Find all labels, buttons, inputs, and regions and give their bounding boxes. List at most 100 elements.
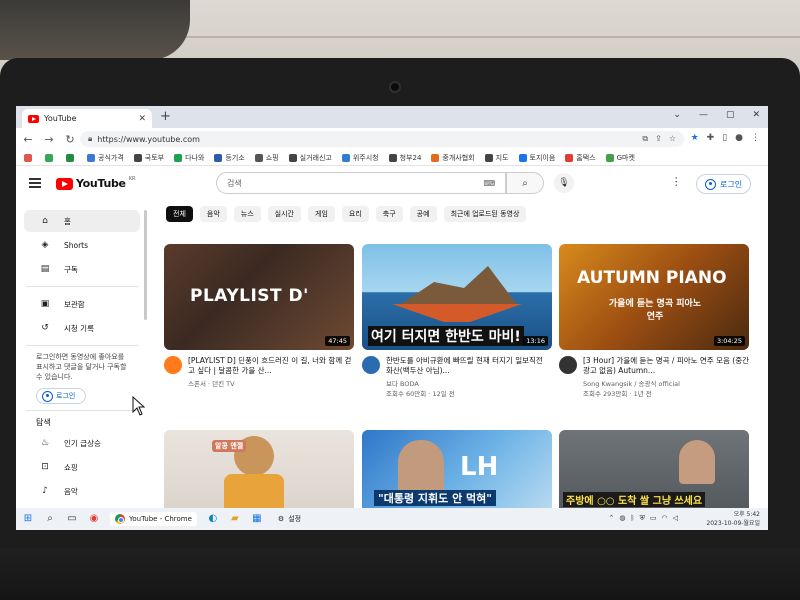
share-icon[interactable]: ⇪ (655, 134, 662, 144)
youtube-logo[interactable]: YouTube KR (56, 176, 135, 190)
search-button[interactable]: ⌕ (506, 172, 544, 194)
tray-icon[interactable]: ⌃ (608, 514, 614, 523)
sidebar-item-home[interactable]: ⌂ 홈 (24, 210, 140, 232)
back-button[interactable]: ← (22, 133, 34, 146)
bookmark-item[interactable]: 홈택스 (565, 153, 596, 163)
store-icon[interactable]: ▦ (251, 513, 263, 525)
channel-avatar[interactable] (559, 356, 577, 374)
video-title[interactable]: [3 Hour] 가을에 듣는 명곡 / 피아노 연주 모음 (중간광고 없음)… (583, 356, 749, 376)
maximize-button[interactable]: ▢ (726, 110, 735, 120)
edge-icon[interactable]: ◐ (207, 513, 219, 525)
bookmark-favicon-icon (214, 153, 223, 162)
video-thumbnail[interactable]: 여기 터지면 한반도 마비! 13:16 (362, 244, 552, 350)
bluetooth-icon[interactable]: ᛒ (630, 514, 634, 523)
extension-icon[interactable]: ★ (691, 133, 699, 143)
file-explorer-icon[interactable]: ▰ (229, 513, 241, 525)
video-title[interactable]: [PLAYLIST D] 딘풍이 흐드러진 이 길, 너와 함께 걷고 싶다 |… (188, 356, 354, 376)
chip-all[interactable]: 전체 (166, 206, 193, 222)
bookmark-item[interactable]: G마켓 (605, 153, 635, 163)
chip-music[interactable]: 음악 (199, 206, 227, 222)
bookmark-star-icon[interactable]: ☆ (669, 134, 676, 144)
volume-icon[interactable]: ◁ (673, 514, 678, 523)
profile-icon[interactable]: ● (735, 133, 743, 143)
wifi-icon[interactable]: ◠ (662, 514, 668, 523)
bookmark-item[interactable]: 중개사협회 (431, 153, 475, 163)
address-bar[interactable]: 🔒︎ https://www.youtube.com ⧉ ⇪ ☆ (80, 131, 684, 147)
chip-gaming[interactable]: 게임 (308, 206, 335, 222)
bookmark-item[interactable]: 실거래신고 (288, 153, 332, 163)
sidebar-item-trending[interactable]: ♨ 인기 급상승 (24, 432, 140, 454)
sidebar-item-shopping[interactable]: ⊡ 쇼핑 (24, 456, 140, 478)
sidebar-item-subscriptions[interactable]: ▤ 구독 (24, 258, 140, 280)
more-options-icon[interactable]: ⋯ (670, 176, 683, 187)
tab-youtube[interactable]: YouTube ✕ (22, 109, 152, 128)
sidebar-item-library[interactable]: ▣ 보관함 (24, 293, 140, 315)
bookmark-item[interactable] (24, 153, 35, 162)
shield-icon[interactable]: ⛨ (640, 514, 645, 523)
sidebar-login-button[interactable]: 로그인 (36, 388, 86, 404)
video-title[interactable]: 한반도를 아비규환에 빠뜨릴 현재 터지기 일보직전 화산(백두산 아님)... (386, 356, 552, 376)
search-input[interactable]: 검색 ⌨ (216, 172, 506, 194)
taskbar-chrome-window[interactable]: YouTube - Chrome (110, 512, 197, 526)
video-stats: 조회수 293만회 · 1년 전 (583, 390, 652, 398)
keyboard-icon[interactable]: ⌨ (483, 179, 495, 188)
network-icon[interactable]: ◍ (619, 514, 625, 523)
bookmark-item[interactable]: 등기소 (214, 153, 245, 163)
bookmark-item[interactable]: 토지이음 (518, 153, 555, 163)
sidepanel-icon[interactable]: ▯ (722, 133, 727, 143)
translate-icon[interactable]: ⧉ (642, 134, 648, 144)
app-icon[interactable]: ◉ (88, 513, 100, 525)
chip-soccer[interactable]: 축구 (375, 206, 403, 222)
windows-start-icon[interactable]: ⊞ (22, 513, 34, 525)
puzzle-icon[interactable]: ✚ (707, 133, 715, 143)
video-thumbnail[interactable]: PLAYLIST D' 47:45 (164, 244, 354, 350)
menu-icon[interactable]: ⋮ (751, 133, 760, 143)
chevron-down-icon[interactable]: ⌄ (673, 110, 681, 120)
video-card[interactable]: AUTUMN PIANO 가을에 듣는 명곡 피아노 연주 3:04:25 [3… (559, 244, 749, 398)
channel-avatar[interactable] (362, 356, 380, 374)
taskbar-settings-window[interactable]: ⚙ 설정 (273, 512, 306, 526)
channel-name[interactable]: 스폰서 · 던킨 TV (188, 378, 354, 388)
close-window-button[interactable]: ✕ (752, 110, 760, 120)
channel-name[interactable]: Song Kwangsik / 송광식 official (583, 378, 749, 388)
battery-icon[interactable]: ▭ (650, 514, 657, 523)
search-placeholder[interactable]: 검색 (227, 178, 477, 189)
video-thumbnail[interactable]: AUTUMN PIANO 가을에 듣는 명곡 피아노 연주 3:04:25 (559, 244, 749, 350)
login-button[interactable]: 로그인 (696, 174, 752, 194)
bookmark-item[interactable] (45, 153, 56, 162)
video-card[interactable]: 여기 터지면 한반도 마비! 13:16 한반도를 아비규환에 빠뜨릴 현재 터… (362, 244, 552, 398)
task-view-icon[interactable]: ▭ (66, 513, 78, 525)
lock-icon[interactable]: 🔒︎ (88, 134, 92, 144)
sidebar-item-history[interactable]: ↺ 시청 기록 (24, 317, 140, 339)
bookmark-item[interactable] (66, 153, 77, 162)
minimize-button[interactable]: — (699, 110, 708, 120)
windows-taskbar: ⊞ ⌕ ▭ ◉ YouTube - Chrome ◐ ▰ ▦ ⚙ 설정 ⌃ ◍ … (16, 508, 768, 530)
bookmark-item[interactable]: 국토부 (133, 153, 164, 163)
hamburger-menu-icon[interactable] (29, 178, 41, 188)
chip-live[interactable]: 실시간 (267, 206, 301, 222)
bookmark-item[interactable]: 위주시청 (341, 153, 379, 163)
sidebar-item-shorts[interactable]: ◈ Shorts (24, 234, 140, 256)
bookmark-item[interactable]: 청부24 (388, 153, 421, 163)
search-icon[interactable]: ⌕ (44, 513, 56, 525)
bookmark-item[interactable]: 쇼핑 (254, 153, 279, 163)
bookmark-item[interactable]: 다나와 (174, 153, 204, 163)
sidebar-scrollbar[interactable] (144, 210, 147, 320)
bookmark-item[interactable]: 공식가격 (87, 153, 124, 163)
bookmark-item[interactable]: 지도 (484, 153, 509, 163)
chip-cooking[interactable]: 요리 (341, 206, 369, 222)
chip-recently-uploaded[interactable]: 최근에 업로드된 동영상 (443, 206, 527, 222)
forward-button[interactable]: → (43, 133, 55, 146)
new-tab-button[interactable]: + (160, 110, 171, 124)
sidebar-item-music[interactable]: ♪ 음악 (24, 480, 140, 502)
channel-avatar[interactable] (164, 356, 182, 374)
chip-news[interactable]: 뉴스 (233, 206, 261, 222)
video-card[interactable]: PLAYLIST D' 47:45 [PLAYLIST D] 딘풍이 흐드러진 … (164, 244, 354, 388)
clock[interactable]: 오후 5:42 2023-10-09-월요일 (706, 510, 760, 528)
chip-crafts[interactable]: 공예 (409, 206, 437, 222)
close-icon[interactable]: ✕ (138, 114, 146, 124)
voice-search-button[interactable]: 🎙︎ (554, 173, 574, 193)
url-text[interactable]: https://www.youtube.com (97, 135, 637, 144)
channel-name[interactable]: 보다 BODA (386, 378, 552, 388)
reload-button[interactable]: ↻ (64, 133, 76, 146)
